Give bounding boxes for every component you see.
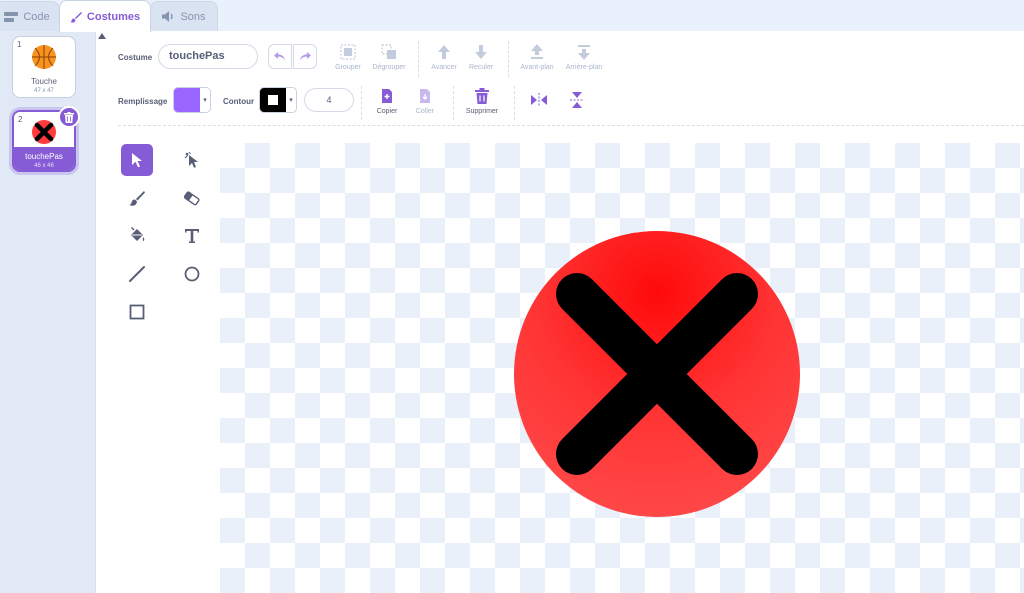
costume-size: 46 x 46: [34, 163, 54, 169]
fill-label: Remplissage: [118, 97, 168, 106]
reshape-tool[interactable]: [176, 144, 208, 176]
redo-button[interactable]: [293, 44, 317, 69]
cross-mark-sprite[interactable]: [512, 229, 802, 519]
undo-button[interactable]: [268, 44, 292, 69]
fill-color-swatch: [174, 88, 200, 112]
delete-costume-button[interactable]: [58, 106, 80, 128]
code-blocks-icon: [4, 11, 19, 22]
tab-costumes[interactable]: Costumes: [59, 0, 151, 32]
send-to-back-label: Arrière-plan: [565, 64, 603, 71]
costume-name-label: Costume: [118, 53, 153, 62]
tab-code[interactable]: Code: [0, 1, 60, 31]
text-t-icon: [185, 229, 199, 243]
paintbrush-icon: [129, 191, 145, 206]
line-tool[interactable]: [121, 258, 153, 290]
forward-icon: [438, 45, 450, 59]
eraser-tool[interactable]: [176, 182, 208, 214]
costume-name: Touche: [31, 77, 57, 86]
costume-index: 1: [17, 40, 22, 49]
bring-to-front-icon: [531, 44, 543, 59]
tab-costumes-label: Costumes: [86, 10, 141, 23]
paste-icon: [420, 89, 430, 103]
tab-sounds-label: Sons: [180, 10, 206, 23]
basketball-icon: [32, 45, 56, 69]
tab-code-label: Code: [23, 10, 50, 23]
flip-vertical-icon: [570, 92, 584, 108]
costume-card-touche[interactable]: 1 Touche 47 x 47: [12, 36, 76, 98]
costume-index: 2: [18, 115, 23, 124]
line-icon: [129, 266, 145, 282]
undo-icon: [274, 52, 285, 61]
outline-color-picker[interactable]: ▾: [259, 87, 297, 113]
paint-bucket-icon: [131, 227, 145, 241]
backward-button[interactable]: Reculer: [456, 43, 506, 71]
delete-label: Supprimer: [465, 108, 499, 115]
chevron-down-icon: ▾: [289, 97, 293, 104]
circle-icon: [184, 266, 200, 282]
select-tool[interactable]: [121, 144, 153, 176]
flip-horizontal-icon: [531, 93, 547, 107]
text-tool[interactable]: [176, 220, 208, 252]
outline-label: Contour: [223, 97, 255, 106]
costume-name: touchePas: [25, 152, 63, 161]
circle-tool[interactable]: [176, 258, 208, 290]
speaker-icon: [162, 11, 174, 22]
fill-color-picker[interactable]: ▾: [173, 87, 211, 113]
flip-vertical-button[interactable]: [552, 91, 602, 112]
paint-canvas[interactable]: [220, 143, 1024, 593]
toolbar-separator: [118, 125, 1024, 126]
forward-label: Avancer: [431, 64, 457, 71]
trash-icon: [64, 111, 74, 123]
costume-name-input[interactable]: touchePas: [158, 44, 258, 69]
ungroup-icon: [381, 44, 396, 59]
redo-icon: [300, 52, 311, 61]
outline-width-input[interactable]: 4: [304, 88, 354, 112]
copy-icon: [382, 89, 392, 103]
rectangle-icon: [129, 304, 145, 320]
reshape-cursor-icon: [184, 151, 198, 168]
bring-to-front-label: Avant-plan: [520, 64, 554, 71]
fill-tool[interactable]: [121, 220, 153, 252]
scroll-up-arrow-icon[interactable]: [98, 33, 106, 39]
paintbrush-icon: [69, 11, 82, 23]
costume-size: 47 x 47: [34, 88, 54, 94]
copy-label: Copier: [376, 108, 398, 115]
ungroup-button[interactable]: Dégrouper: [364, 43, 414, 71]
backward-label: Reculer: [468, 64, 494, 71]
tab-sounds[interactable]: Sons: [150, 1, 218, 31]
arrow-cursor-icon: [132, 153, 142, 168]
costume-list-scrollbar[interactable]: [96, 31, 108, 593]
paint-editor: Costume touchePas Grouper Dégrouper Avan…: [108, 31, 1024, 593]
paste-label: Coller: [415, 108, 435, 115]
toolbar-divider: [508, 41, 509, 77]
cross-mark-icon: [32, 120, 56, 144]
delete-button[interactable]: Supprimer: [457, 87, 507, 115]
ungroup-label: Dégrouper: [372, 64, 406, 71]
send-to-back-icon: [578, 45, 590, 60]
group-label: Grouper: [335, 64, 361, 71]
editor-tabs: Code Costumes Sons: [0, 0, 1024, 32]
brush-tool[interactable]: [121, 182, 153, 214]
bring-to-front-button[interactable]: Avant-plan: [512, 43, 562, 71]
trash-icon: [475, 88, 489, 104]
rectangle-tool[interactable]: [121, 296, 153, 328]
group-icon: [340, 44, 356, 60]
send-to-back-button[interactable]: Arrière-plan: [559, 43, 609, 71]
outline-color-swatch: [260, 88, 286, 112]
backward-icon: [475, 45, 487, 59]
paste-button[interactable]: Coller: [400, 87, 450, 115]
eraser-icon: [183, 191, 200, 206]
toolbar-divider: [453, 86, 454, 120]
chevron-down-icon: ▾: [203, 97, 207, 104]
